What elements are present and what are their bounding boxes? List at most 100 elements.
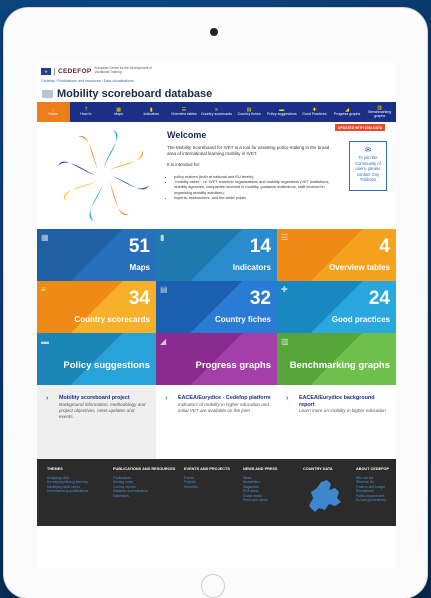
tile-7[interactable]: ◢ Progress graphs (156, 333, 277, 385)
nav-label: Maps (114, 112, 123, 117)
brand-logo[interactable]: CEDEFOP (54, 67, 92, 75)
europe-map-icon[interactable] (303, 476, 347, 514)
nav-label: Country fiches (237, 112, 261, 117)
camera-dot (210, 28, 218, 36)
footer-link[interactable]: Understanding qualifications (47, 489, 113, 494)
tile-number: 51 (128, 236, 150, 257)
chevron-right-icon: › (165, 395, 168, 402)
footer-column-title: PUBLICATIONS AND RESOURCES (113, 467, 176, 471)
community-icon: ✉ (365, 147, 371, 154)
eu-flag-icon: ★ (41, 67, 51, 75)
footer-column-title: EVENTS AND PROJECTS (184, 467, 230, 471)
tile-label: Country scorecards (74, 315, 150, 324)
screen: ★ CEDEFOP European Centre for the Develo… (37, 63, 396, 568)
link-title[interactable]: EACEA/Eurydice background report (299, 395, 390, 408)
nav-item-9[interactable]: ◢ Progress graphs (331, 102, 364, 122)
link-card-1[interactable]: › EACEA/Eurydice - Cedefop platform Indica… (156, 385, 277, 459)
tile-label: Benchmarking graphs (289, 360, 390, 371)
table-icon: ☰ (281, 233, 289, 242)
footer-column-2: EVENTS AND PROJECTS Events Projects Network… (184, 467, 243, 526)
footer-column-title: NEWS AND PRESS (243, 467, 278, 471)
brand-subtitle: European Centre for the Development of V… (94, 66, 152, 74)
footer-link[interactable]: Networks (184, 485, 243, 490)
footer-column-title: THEMES (47, 467, 63, 471)
nav-item-4[interactable]: ☰ Overview tables (168, 102, 201, 122)
footer-link[interactable]: Databases (113, 494, 184, 499)
page-icon (42, 89, 53, 98)
tile-number: 34 (128, 288, 150, 309)
tile-label: Overview tables (329, 263, 390, 272)
tile-number: 24 (368, 288, 390, 309)
nav-item-10[interactable]: ▥ Benchmarking graphs (363, 102, 396, 122)
site-footer: THEMES Analysing skills Developing lifelon… (37, 459, 396, 526)
footer-column-title: COUNTRY DATA (303, 467, 333, 471)
nav-label: Good Practices (302, 112, 327, 117)
tile-1[interactable]: ▮ 14 Indicators (156, 229, 277, 281)
nav-label: Home (48, 112, 59, 117)
tile-number: 14 (249, 236, 271, 257)
tile-grid: ▦ 51 Maps ▮ 14 Indicators ☰ 4 Overview tables ≡ 34… (37, 229, 396, 385)
tile-label: Country fiches (214, 315, 271, 324)
home-button[interactable] (201, 574, 225, 598)
link-description: Learn more on mobility in higher educati… (299, 408, 386, 414)
chevron-right-icon: › (46, 395, 49, 402)
link-card-0[interactable]: › Mobility scoreboard project Background i… (37, 385, 156, 459)
puzzle-icon: ✚ (281, 285, 288, 294)
tile-0[interactable]: ▦ 51 Maps (37, 229, 156, 281)
nav-item-7[interactable]: ▬ Policy suggestions (265, 102, 298, 122)
tile-number: 4 (379, 236, 390, 257)
footer-link[interactable]: Press and media (243, 498, 303, 503)
nav-label: Country scorecards (200, 112, 233, 117)
tile-5[interactable]: ✚ 24 Good practices (277, 281, 396, 333)
site-header: ★ CEDEFOP European Centre for the Develo… (37, 63, 396, 79)
tile-8[interactable]: ▥ Benchmarking graphs (277, 333, 396, 385)
audience-item: experts, researchers, and the wider publ… (174, 195, 337, 200)
nav-item-2[interactable]: ▦ Maps (102, 102, 135, 122)
tile-diagonal (156, 333, 277, 385)
page-title: Mobility scoreboard database (57, 87, 213, 100)
mobility-scoreboard-logo (57, 129, 150, 222)
footer-column-3: NEWS AND PRESS News Newsletters Magazines RS… (243, 467, 303, 526)
chevron-right-icon: › (286, 395, 289, 402)
nav-item-0[interactable]: ⌂ Home (37, 102, 70, 122)
footer-column-4: COUNTRY DATA (303, 467, 356, 526)
updated-badge: UPDATED WITH 2018 DATA (335, 124, 386, 131)
welcome-section: Welcome UPDATED WITH 2018 DATA The Mobil… (37, 122, 396, 229)
related-links: › Mobility scoreboard project Background i… (37, 385, 396, 459)
footer-link[interactable]: EU law (procedures) (356, 498, 396, 503)
tile-6[interactable]: ▬ Policy suggestions (37, 333, 156, 385)
nav-item-6[interactable]: ▤ Country fiches (233, 102, 266, 122)
main-nav: ⌂ Home? How to ▦ Maps ▮ Indicators ☰ Overview ta… (37, 102, 396, 122)
tile-2[interactable]: ☰ 4 Overview tables (277, 229, 396, 281)
doc-icon: ▤ (160, 285, 168, 294)
tile-3[interactable]: ≡ 34 Country scorecards (37, 281, 156, 333)
tile-label: Maps (129, 263, 150, 272)
link-title[interactable]: Mobility scoreboard project (59, 395, 150, 402)
footer-column-1: PUBLICATIONS AND RESOURCES Publications Br… (113, 467, 184, 526)
tile-diagonal (37, 333, 156, 385)
nav-label: How to (80, 112, 92, 117)
title-bar: Mobility scoreboard database (37, 85, 396, 102)
nav-item-3[interactable]: ▮ Indicators (135, 102, 168, 122)
nav-item-8[interactable]: ✚ Good Practices (298, 102, 331, 122)
footer-column-0: THEMES Analysing skills Developing lifelon… (47, 467, 113, 526)
nav-item-1[interactable]: ? How to (70, 102, 103, 122)
tile-label: Progress graphs (195, 360, 272, 371)
tile-label: Good practices (331, 315, 390, 324)
area-chart-icon: ◢ (160, 337, 167, 346)
audience-item: "mobility users", i.e. IVET learners/ or… (174, 179, 337, 195)
nav-label: Overview tables (171, 112, 197, 117)
tile-diagonal (277, 333, 396, 385)
map-icon: ▦ (41, 233, 49, 242)
audience-list: policy makers (both at national and EU l… (167, 174, 337, 201)
tile-label: Policy suggestions (63, 360, 150, 371)
bar-chart-icon: ▥ (281, 337, 289, 346)
nav-item-5[interactable]: ≡ Country scorecards (200, 102, 233, 122)
briefcase-icon: ▬ (41, 337, 49, 346)
footer-column-title: ABOUT CEDEFOP (356, 467, 389, 471)
link-card-2[interactable]: › EACEA/Eurydice background report Learn m… (277, 385, 396, 459)
tile-4[interactable]: ▤ 32 Country fiches (156, 281, 277, 333)
intended-label: It is intended for: (167, 162, 201, 168)
join-community-box[interactable]: ✉ To join the Community of users, please… (349, 141, 387, 191)
link-title[interactable]: EACEA/Eurydice - Cedefop platform (178, 395, 271, 402)
